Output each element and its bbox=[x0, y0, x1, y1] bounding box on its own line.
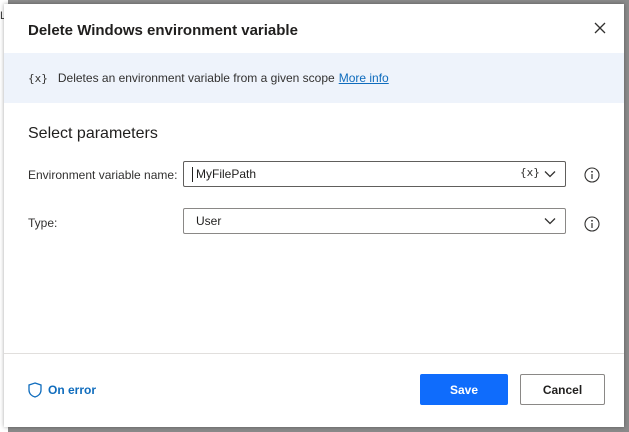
text-caret bbox=[192, 167, 193, 182]
variable-name-value[interactable]: MyFilePath bbox=[196, 167, 256, 181]
on-error-button[interactable]: On error bbox=[28, 382, 96, 398]
chevron-down-icon[interactable] bbox=[543, 214, 557, 228]
info-text: Deletes an environment variable from a g… bbox=[57, 71, 335, 85]
delete-env-variable-dialog: Delete Windows environment variable {x} … bbox=[4, 4, 624, 427]
cancel-button[interactable]: Cancel bbox=[520, 374, 605, 405]
save-button[interactable]: Save bbox=[420, 374, 508, 405]
insert-variable-button[interactable]: {x} bbox=[520, 166, 540, 179]
on-error-label[interactable]: On error bbox=[48, 383, 96, 397]
variable-icon: {x} bbox=[28, 71, 48, 85]
info-bar: {x} Deletes an environment variable from… bbox=[4, 53, 624, 103]
dialog-title: Delete Windows environment variable bbox=[28, 22, 298, 39]
shield-icon bbox=[28, 382, 42, 398]
type-value[interactable]: User bbox=[196, 214, 221, 228]
variable-name-label: Environment variable name: bbox=[28, 168, 178, 182]
variable-name-input[interactable]: MyFilePath {x} bbox=[183, 161, 566, 187]
more-info-link[interactable]: More info bbox=[339, 71, 389, 85]
type-label: Type: bbox=[28, 216, 58, 230]
type-select[interactable]: User bbox=[183, 208, 566, 234]
close-button[interactable] bbox=[590, 18, 610, 38]
close-icon[interactable] bbox=[594, 22, 606, 34]
chevron-down-icon[interactable] bbox=[543, 167, 557, 181]
info-icon[interactable] bbox=[584, 167, 600, 183]
footer-divider bbox=[4, 353, 624, 354]
section-title: Select parameters bbox=[28, 125, 158, 142]
info-icon[interactable] bbox=[584, 216, 600, 232]
